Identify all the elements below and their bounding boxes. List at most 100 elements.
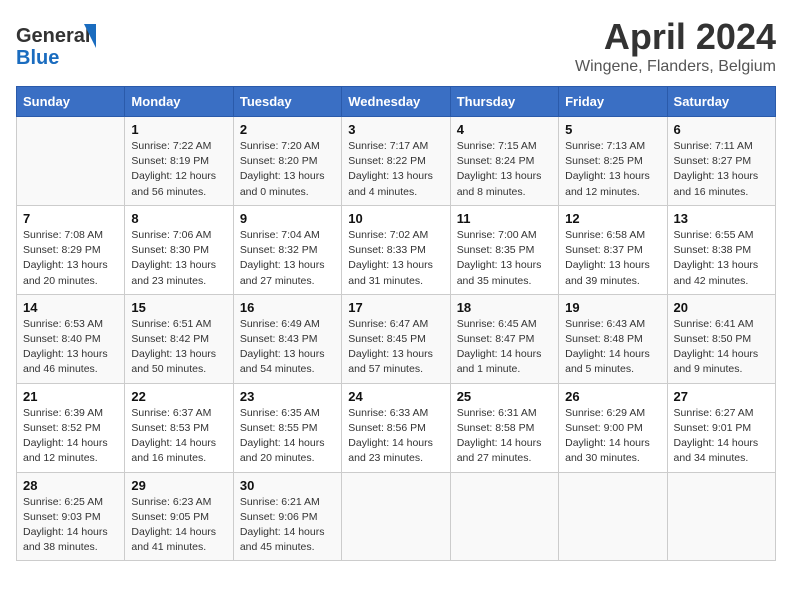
calendar-cell: 22 Sunrise: 6:37 AMSunset: 8:53 PMDayligh… [125, 383, 233, 472]
day-info: Sunrise: 6:45 AMSunset: 8:47 PMDaylight:… [457, 317, 552, 378]
day-info: Sunrise: 7:22 AMSunset: 8:19 PMDaylight:… [131, 139, 226, 200]
day-number: 21 [23, 389, 118, 404]
header-day-saturday: Saturday [667, 87, 775, 117]
week-row-0: 1 Sunrise: 7:22 AMSunset: 8:19 PMDaylight… [17, 117, 776, 206]
day-number: 1 [131, 122, 226, 137]
calendar-cell: 11 Sunrise: 7:00 AMSunset: 8:35 PMDayligh… [450, 205, 558, 294]
day-info: Sunrise: 6:21 AMSunset: 9:06 PMDaylight:… [240, 495, 335, 556]
day-number: 15 [131, 300, 226, 315]
day-number: 17 [348, 300, 443, 315]
calendar-cell: 17Sunrise: 6:47 AMSunset: 8:45 PMDayligh… [342, 294, 450, 383]
day-info: Sunrise: 6:25 AMSunset: 9:03 PMDaylight:… [23, 495, 118, 556]
day-number: 5 [565, 122, 660, 137]
day-number: 27 [674, 389, 769, 404]
week-row-3: 21 Sunrise: 6:39 AMSunset: 8:52 PMDayligh… [17, 383, 776, 472]
day-info: Sunrise: 6:49 AMSunset: 8:43 PMDaylight:… [240, 317, 335, 378]
location: Wingene, Flanders, Belgium [575, 58, 776, 76]
calendar-cell: 20 Sunrise: 6:41 AMSunset: 8:50 PMDayligh… [667, 294, 775, 383]
day-number: 24 [348, 389, 443, 404]
calendar-cell [17, 117, 125, 206]
day-number: 26 [565, 389, 660, 404]
calendar-cell: 2Sunrise: 7:20 AMSunset: 8:20 PMDaylight… [233, 117, 341, 206]
day-info: Sunrise: 7:04 AMSunset: 8:32 PMDaylight:… [240, 228, 335, 289]
calendar-cell: 27 Sunrise: 6:27 AMSunset: 9:01 PMDayligh… [667, 383, 775, 472]
logo: General Blue [16, 16, 106, 71]
month-title: April 2024 [575, 16, 776, 58]
day-info: Sunrise: 6:39 AMSunset: 8:52 PMDaylight:… [23, 406, 118, 467]
calendar-cell: 6 Sunrise: 7:11 AMSunset: 8:27 PMDaylight… [667, 117, 775, 206]
logo-svg: General Blue [16, 16, 106, 71]
calendar-cell: 25Sunrise: 6:31 AMSunset: 8:58 PMDayligh… [450, 383, 558, 472]
calendar-cell: 15 Sunrise: 6:51 AMSunset: 8:42 PMDayligh… [125, 294, 233, 383]
day-info: Sunrise: 7:08 AMSunset: 8:29 PMDaylight:… [23, 228, 118, 289]
week-row-1: 7 Sunrise: 7:08 AMSunset: 8:29 PMDaylight… [17, 205, 776, 294]
calendar-cell: 7 Sunrise: 7:08 AMSunset: 8:29 PMDaylight… [17, 205, 125, 294]
day-info: Sunrise: 6:41 AMSunset: 8:50 PMDaylight:… [674, 317, 769, 378]
svg-text:Blue: Blue [16, 47, 59, 69]
calendar-table: SundayMondayTuesdayWednesdayThursdayFrid… [16, 86, 776, 561]
calendar-cell [667, 472, 775, 561]
day-number: 19 [565, 300, 660, 315]
day-number: 10 [348, 211, 443, 226]
header-day-thursday: Thursday [450, 87, 558, 117]
day-info: Sunrise: 7:13 AMSunset: 8:25 PMDaylight:… [565, 139, 660, 200]
calendar-header-row: SundayMondayTuesdayWednesdayThursdayFrid… [17, 87, 776, 117]
day-number: 9 [240, 211, 335, 226]
day-info: Sunrise: 6:31 AMSunset: 8:58 PMDaylight:… [457, 406, 552, 467]
day-info: Sunrise: 6:43 AMSunset: 8:48 PMDaylight:… [565, 317, 660, 378]
day-number: 20 [674, 300, 769, 315]
calendar-cell [342, 472, 450, 561]
day-number: 7 [23, 211, 118, 226]
day-info: Sunrise: 6:23 AMSunset: 9:05 PMDaylight:… [131, 495, 226, 556]
header-day-friday: Friday [559, 87, 667, 117]
calendar-cell [450, 472, 558, 561]
header-day-wednesday: Wednesday [342, 87, 450, 117]
calendar-cell: 28 Sunrise: 6:25 AMSunset: 9:03 PMDayligh… [17, 472, 125, 561]
calendar-cell: 10Sunrise: 7:02 AMSunset: 8:33 PMDayligh… [342, 205, 450, 294]
day-info: Sunrise: 7:15 AMSunset: 8:24 PMDaylight:… [457, 139, 552, 200]
title-area: April 2024 Wingene, Flanders, Belgium [575, 16, 776, 76]
day-info: Sunrise: 6:29 AMSunset: 9:00 PMDaylight:… [565, 406, 660, 467]
day-number: 28 [23, 478, 118, 493]
day-number: 2 [240, 122, 335, 137]
day-number: 8 [131, 211, 226, 226]
calendar-cell: 4 Sunrise: 7:15 AMSunset: 8:24 PMDaylight… [450, 117, 558, 206]
calendar-cell: 30 Sunrise: 6:21 AMSunset: 9:06 PMDayligh… [233, 472, 341, 561]
calendar-cell: 5 Sunrise: 7:13 AMSunset: 8:25 PMDaylight… [559, 117, 667, 206]
day-info: Sunrise: 6:51 AMSunset: 8:42 PMDaylight:… [131, 317, 226, 378]
calendar-cell: 3Sunrise: 7:17 AMSunset: 8:22 PMDaylight… [342, 117, 450, 206]
calendar-cell: 16 Sunrise: 6:49 AMSunset: 8:43 PMDayligh… [233, 294, 341, 383]
day-number: 30 [240, 478, 335, 493]
day-number: 29 [131, 478, 226, 493]
day-number: 6 [674, 122, 769, 137]
day-number: 11 [457, 211, 552, 226]
calendar-cell [559, 472, 667, 561]
calendar-cell: 21 Sunrise: 6:39 AMSunset: 8:52 PMDayligh… [17, 383, 125, 472]
day-number: 16 [240, 300, 335, 315]
day-info: Sunrise: 7:00 AMSunset: 8:35 PMDaylight:… [457, 228, 552, 289]
week-row-4: 28 Sunrise: 6:25 AMSunset: 9:03 PMDayligh… [17, 472, 776, 561]
day-info: Sunrise: 6:27 AMSunset: 9:01 PMDaylight:… [674, 406, 769, 467]
header-day-tuesday: Tuesday [233, 87, 341, 117]
day-info: Sunrise: 6:33 AMSunset: 8:56 PMDaylight:… [348, 406, 443, 467]
header-day-monday: Monday [125, 87, 233, 117]
calendar-cell: 23Sunrise: 6:35 AMSunset: 8:55 PMDayligh… [233, 383, 341, 472]
day-number: 4 [457, 122, 552, 137]
day-info: Sunrise: 7:11 AMSunset: 8:27 PMDaylight:… [674, 139, 769, 200]
day-number: 23 [240, 389, 335, 404]
day-info: Sunrise: 7:06 AMSunset: 8:30 PMDaylight:… [131, 228, 226, 289]
day-number: 13 [674, 211, 769, 226]
day-number: 22 [131, 389, 226, 404]
calendar-cell: 29 Sunrise: 6:23 AMSunset: 9:05 PMDayligh… [125, 472, 233, 561]
svg-text:General: General [16, 25, 90, 47]
header-day-sunday: Sunday [17, 87, 125, 117]
day-number: 14 [23, 300, 118, 315]
calendar-cell: 19 Sunrise: 6:43 AMSunset: 8:48 PMDayligh… [559, 294, 667, 383]
calendar-cell: 26 Sunrise: 6:29 AMSunset: 9:00 PMDayligh… [559, 383, 667, 472]
day-info: Sunrise: 6:53 AMSunset: 8:40 PMDaylight:… [23, 317, 118, 378]
calendar-cell: 18 Sunrise: 6:45 AMSunset: 8:47 PMDayligh… [450, 294, 558, 383]
week-row-2: 14 Sunrise: 6:53 AMSunset: 8:40 PMDayligh… [17, 294, 776, 383]
day-number: 18 [457, 300, 552, 315]
header: General Blue April 2024 Wingene, Flander… [16, 16, 776, 76]
day-info: Sunrise: 6:37 AMSunset: 8:53 PMDaylight:… [131, 406, 226, 467]
